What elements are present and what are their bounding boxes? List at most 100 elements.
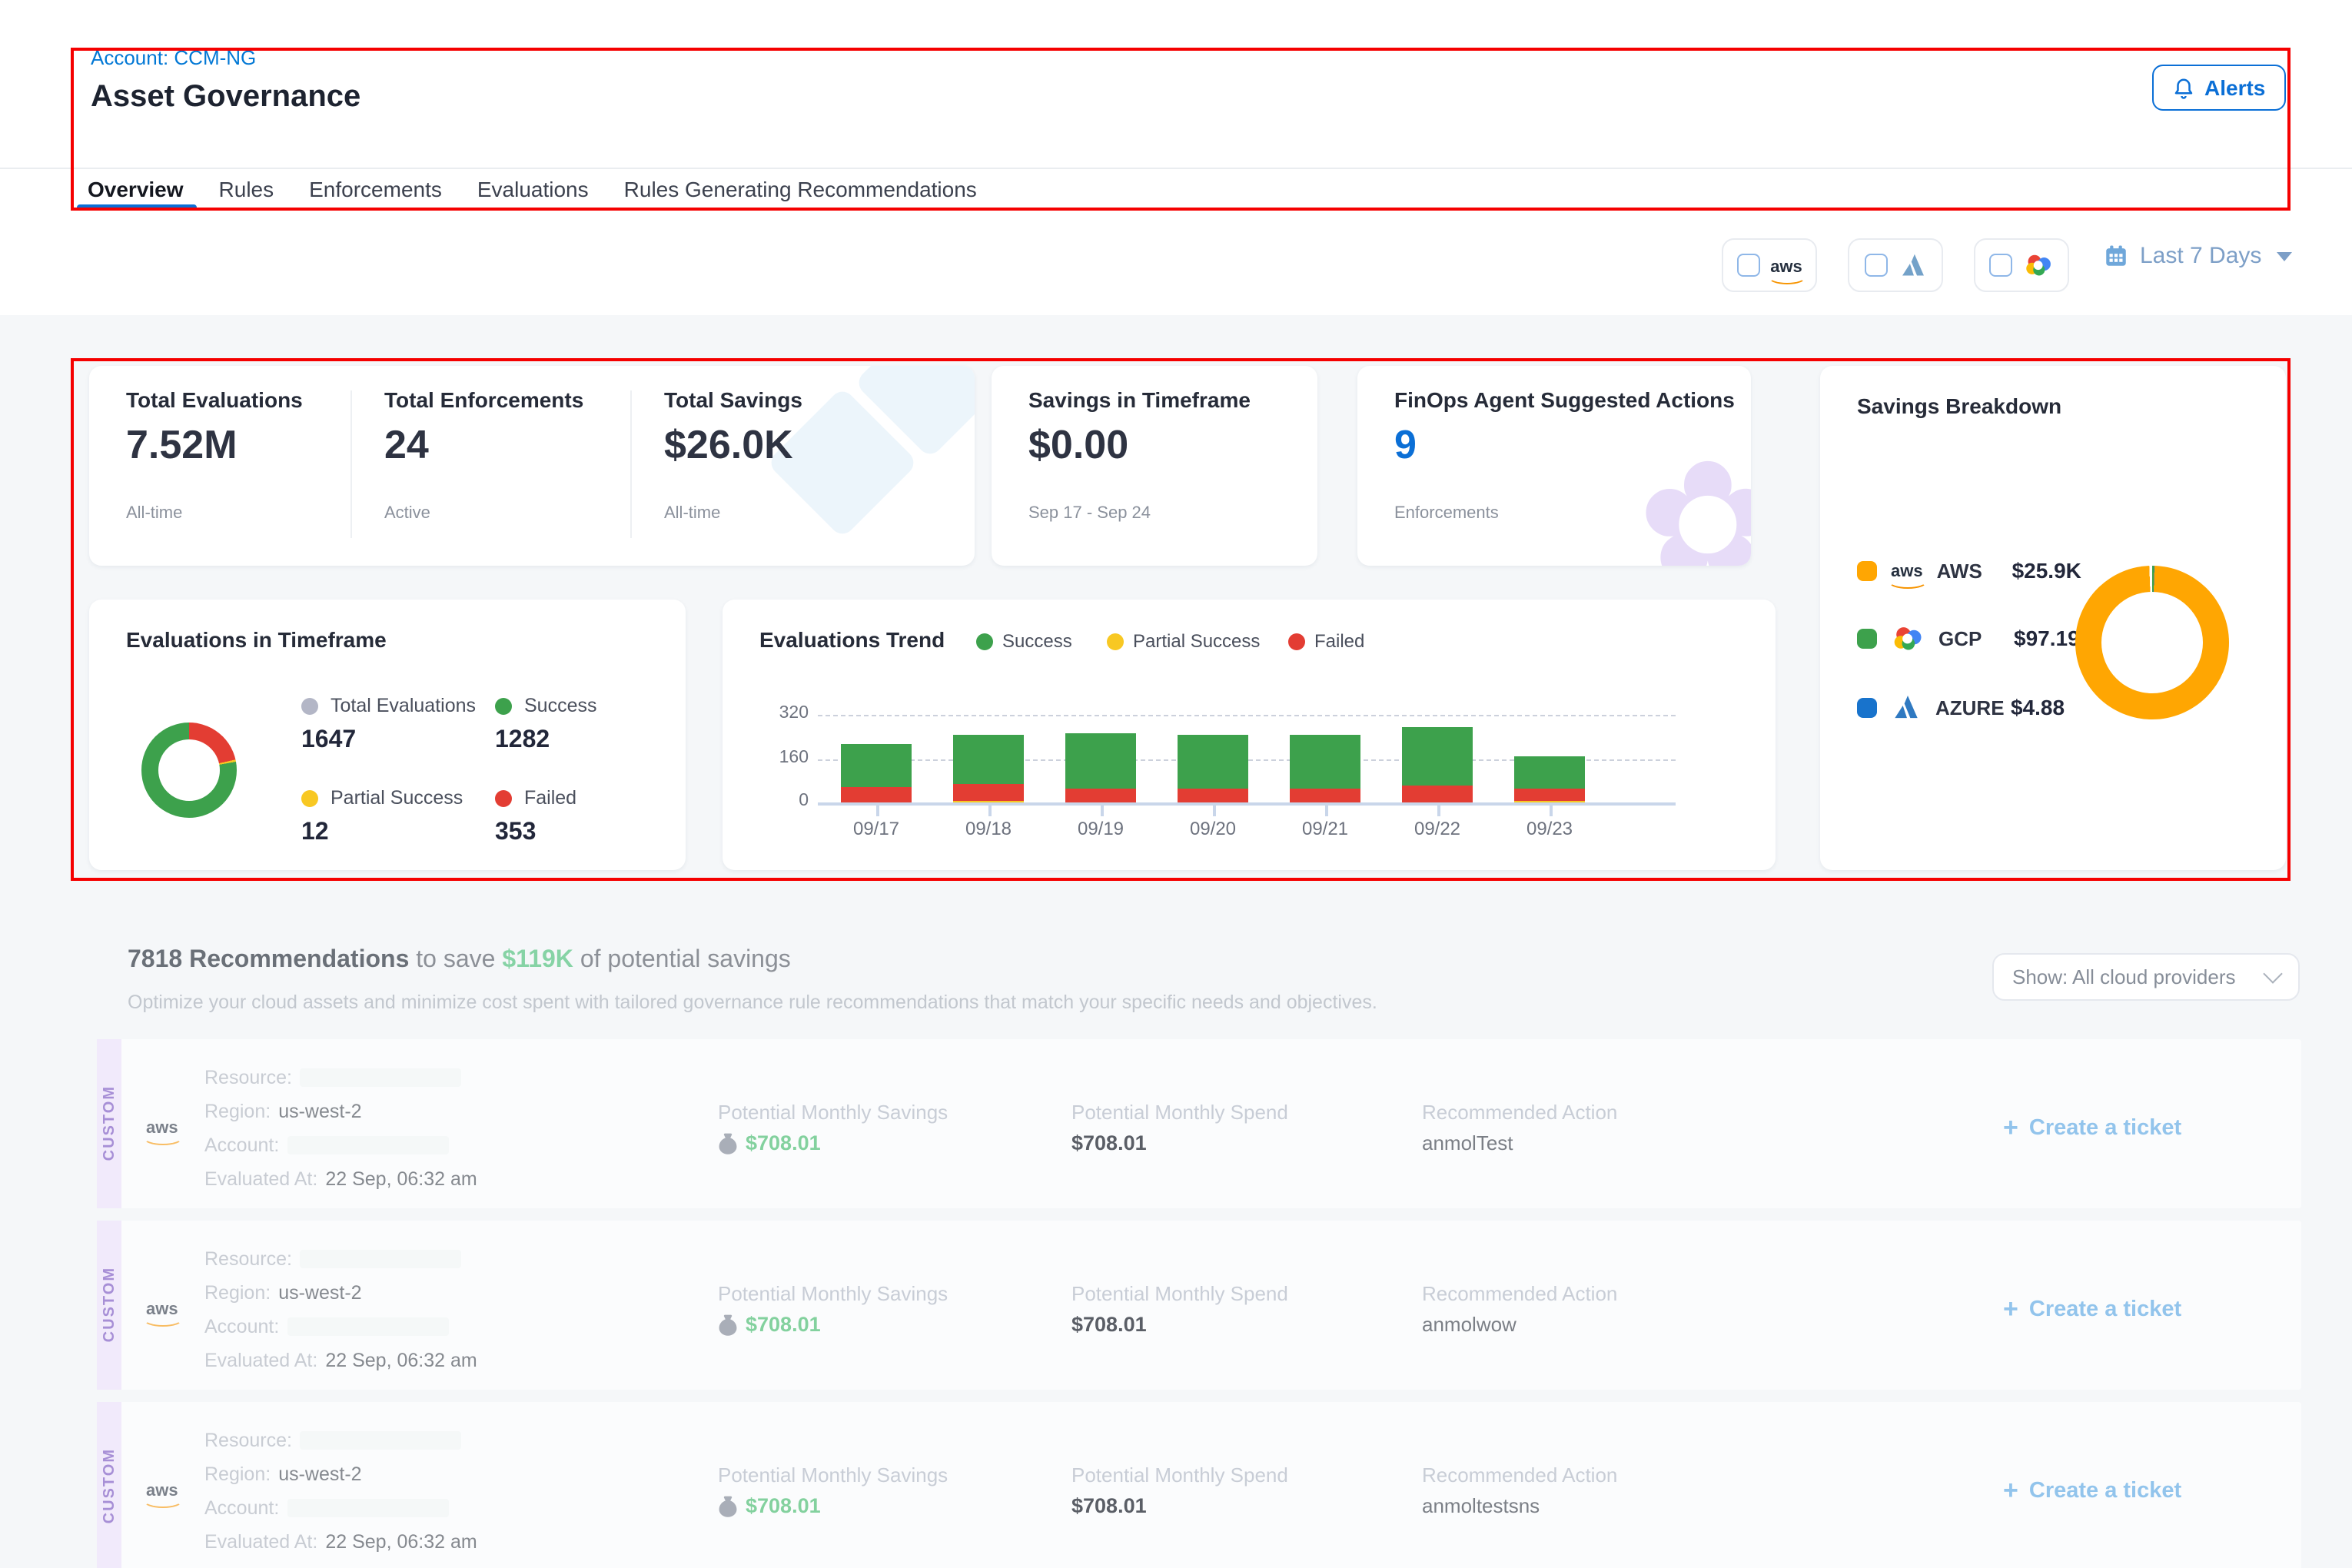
detail-label: Resource:: [204, 1248, 292, 1270]
create-ticket-button[interactable]: + Create a ticket: [2003, 1294, 2181, 1325]
plus-icon: +: [2003, 1113, 2018, 1144]
spend-label: Potential Monthly Spend: [1071, 1101, 1288, 1124]
create-ticket-label: Create a ticket: [2029, 1116, 2181, 1141]
recommendation-row: CUSTOM aws Resource: Region: us-west-2 Accoun…: [97, 1039, 2301, 1208]
custom-rule-tag: CUSTOM: [97, 1402, 121, 1568]
detail-line-region: Region: us-west-2: [204, 1282, 362, 1304]
create-ticket-button[interactable]: + Create a ticket: [2003, 1113, 2181, 1144]
detail-label: Region:: [204, 1282, 271, 1304]
create-ticket-label: Create a ticket: [2029, 1479, 2181, 1503]
savings-label: Potential Monthly Savings: [718, 1101, 948, 1124]
spend-value: $708.01: [1071, 1494, 1147, 1517]
asset-governance-page: Account: CCM-NG Asset Governance Overvie…: [0, 0, 2352, 1568]
redacted-value: [287, 1499, 448, 1517]
money-bag-icon: [718, 1314, 738, 1335]
recommendation-row: CUSTOM aws Resource: Region: us-west-2 Accoun…: [97, 1221, 2301, 1390]
savings-label: Potential Monthly Savings: [718, 1463, 948, 1487]
detail-line-account: Account:: [204, 1497, 448, 1519]
custom-rule-tag-label: CUSTOM: [101, 1086, 118, 1161]
spend-label: Potential Monthly Spend: [1071, 1282, 1288, 1305]
aws-logo-icon: aws: [146, 1483, 178, 1500]
redacted-value: [287, 1136, 448, 1154]
detail-label: Account:: [204, 1134, 279, 1156]
redacted-value: [300, 1250, 461, 1268]
action-value: anmoltestsns: [1422, 1494, 1540, 1517]
create-ticket-button[interactable]: + Create a ticket: [2003, 1476, 2181, 1507]
gcp-checkbox[interactable]: [1989, 254, 2012, 277]
aws-checkbox[interactable]: [1736, 254, 1759, 277]
action-label: Recommended Action: [1422, 1282, 1617, 1305]
detail-value: us-west-2: [278, 1282, 361, 1304]
detail-value: us-west-2: [278, 1463, 361, 1485]
savings-value: $708.01: [718, 1313, 821, 1336]
detail-label: Evaluated At:: [204, 1531, 317, 1553]
gcp-icon: [2023, 253, 2054, 278]
savings-value: $708.01: [718, 1494, 821, 1517]
show-cloud-providers-dropdown[interactable]: Show: All cloud providers: [1992, 953, 2300, 1001]
detail-label: Account:: [204, 1316, 279, 1337]
aws-logo-icon: aws: [146, 1302, 178, 1319]
detail-value: 22 Sep, 06:32 am: [325, 1350, 477, 1371]
action-label: Recommended Action: [1422, 1463, 1617, 1487]
annotation-rect-1: [71, 48, 2291, 211]
detail-line-region: Region: us-west-2: [204, 1101, 362, 1122]
create-ticket-label: Create a ticket: [2029, 1297, 2181, 1322]
detail-label: Account:: [204, 1497, 279, 1519]
dropdown-value: Show: All cloud providers: [2012, 965, 2236, 988]
detail-line-evaluated-at: Evaluated At: 22 Sep, 06:32 am: [204, 1168, 477, 1190]
custom-rule-tag-label: CUSTOM: [101, 1449, 118, 1524]
detail-label: Resource:: [204, 1430, 292, 1451]
savings-amount: $708.01: [746, 1131, 821, 1154]
custom-rule-tag: CUSTOM: [97, 1039, 121, 1208]
detail-line-resource: Resource:: [204, 1248, 461, 1270]
detail-value: 22 Sep, 06:32 am: [325, 1168, 477, 1190]
azure-icon-wrap: [1898, 251, 1927, 280]
recommendations-savings-highlight: $119K: [502, 947, 573, 973]
detail-label: Region:: [204, 1101, 271, 1122]
detail-line-region: Region: us-west-2: [204, 1463, 362, 1485]
plus-icon: +: [2003, 1294, 2018, 1325]
detail-label: Evaluated At:: [204, 1350, 317, 1371]
recommendation-row: CUSTOM aws Resource: Region: us-west-2 Accoun…: [97, 1402, 2301, 1568]
spend-value: $708.01: [1071, 1131, 1147, 1154]
provider-icon-wrap: aws: [146, 1113, 178, 1141]
detail-label: Resource:: [204, 1067, 292, 1088]
detail-line-evaluated-at: Evaluated At: 22 Sep, 06:32 am: [204, 1531, 477, 1553]
calendar-icon: [2103, 243, 2129, 269]
savings-amount: $708.01: [746, 1494, 821, 1517]
detail-value: us-west-2: [278, 1101, 361, 1122]
aws-logo-icon: aws: [1770, 259, 1802, 276]
detail-label: Region:: [204, 1463, 271, 1485]
detail-value: 22 Sep, 06:32 am: [325, 1531, 477, 1553]
savings-amount: $708.01: [746, 1313, 821, 1336]
detail-line-resource: Resource:: [204, 1430, 461, 1451]
money-bag-icon: [718, 1495, 738, 1517]
provider-filter-aws[interactable]: aws: [1722, 238, 1817, 292]
spend-label: Potential Monthly Spend: [1071, 1463, 1288, 1487]
action-value: anmolTest: [1422, 1131, 1513, 1154]
provider-filter-azure[interactable]: [1848, 238, 1943, 292]
chevron-down-icon: [2277, 251, 2292, 261]
date-range-label: Last 7 Days: [2140, 243, 2261, 269]
money-bag-icon: [718, 1132, 738, 1154]
detail-label: Evaluated At:: [204, 1168, 317, 1190]
provider-icon-wrap: aws: [146, 1476, 178, 1503]
azure-checkbox[interactable]: [1864, 254, 1887, 277]
detail-line-account: Account:: [204, 1316, 448, 1337]
detail-line-account: Account:: [204, 1134, 448, 1156]
gcp-icon-wrap: [2023, 253, 2054, 278]
recommendations-tail-text: of potential savings: [580, 947, 791, 973]
detail-line-evaluated-at: Evaluated At: 22 Sep, 06:32 am: [204, 1350, 477, 1371]
recommendations-title: 7818 Recommendations to save $119K of po…: [128, 947, 791, 975]
redacted-value: [300, 1431, 461, 1450]
provider-filter-gcp[interactable]: [1974, 238, 2069, 292]
custom-rule-tag-label: CUSTOM: [101, 1267, 118, 1343]
action-label: Recommended Action: [1422, 1101, 1617, 1124]
azure-icon: [1898, 251, 1927, 280]
recommendations-count: 7818 Recommendations: [128, 947, 409, 973]
plus-icon: +: [2003, 1476, 2018, 1507]
savings-value: $708.01: [718, 1131, 821, 1154]
date-range-picker[interactable]: Last 7 Days: [2103, 243, 2292, 269]
aws-icon-wrap: aws: [1770, 251, 1802, 279]
provider-icon-wrap: aws: [146, 1294, 178, 1322]
